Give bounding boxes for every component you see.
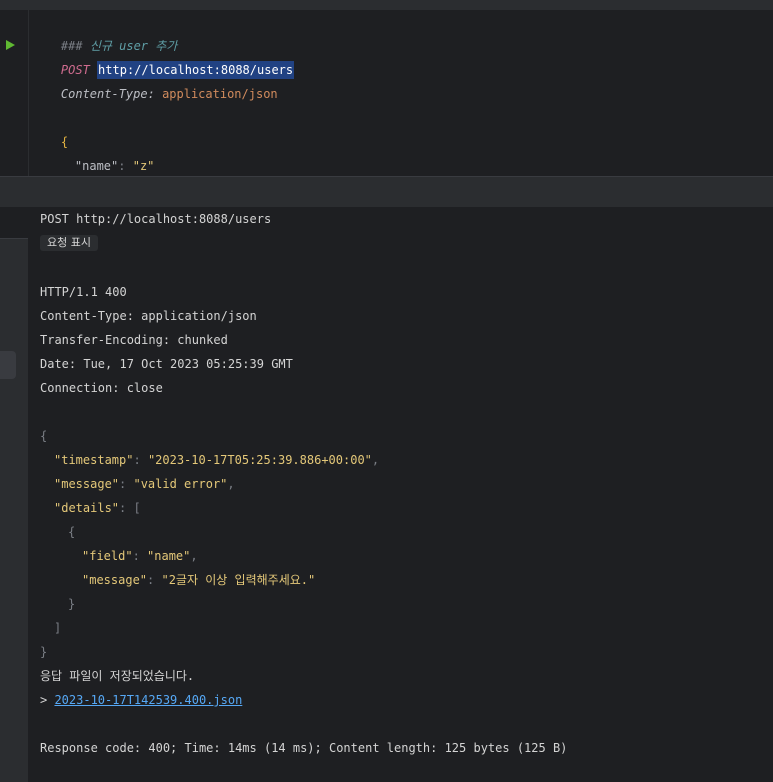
show-request-button[interactable]: 요청 표시: [40, 235, 98, 251]
status-line: HTTP/1.1 400: [40, 285, 127, 299]
request-header-line: Content-Type: application/json: [32, 58, 278, 101]
json-array-close: ]: [54, 621, 62, 635]
sidebar-header: [0, 207, 28, 239]
json-detail-close: }: [68, 597, 76, 611]
body-value: "z": [132, 159, 155, 173]
json-detail-open: {: [68, 525, 76, 539]
response-header-connection: Connection: close: [40, 381, 163, 395]
file-prefix: >: [40, 693, 55, 707]
response-header-content-type: Content-Type: application/json: [40, 309, 257, 323]
json-close-brace: }: [40, 645, 48, 659]
json-timestamp-line: "timestamp": "2023-10-17T05:25:39.886+00…: [54, 453, 380, 467]
response-summary: Response code: 400; Time: 14ms (14 ms); …: [40, 741, 568, 755]
json-value: "name": [147, 549, 191, 563]
json-detail-message-line: "message": "2글자 이상 입력해주세요.": [82, 573, 316, 587]
body-close-brace: }: [32, 154, 68, 197]
pane-divider[interactable]: [0, 176, 773, 208]
json-value: "valid error": [133, 477, 228, 491]
response-request-line: POST http://localhost:8088/users: [40, 212, 272, 226]
response-header-date: Date: Tue, 17 Oct 2023 05:25:39 GMT: [40, 357, 293, 371]
json-message-line: "message": "valid error",: [54, 477, 235, 491]
response-header-transfer-encoding: Transfer-Encoding: chunked: [40, 333, 228, 347]
json-key: "message": [82, 573, 148, 587]
editor-gutter: [0, 10, 29, 176]
body-open-brace: {: [32, 106, 68, 149]
http-request-editor[interactable]: ### 신규 user 추가 POST http://localhost:808…: [0, 10, 773, 197]
header-value: application/json: [162, 87, 278, 101]
response-pane: POST http://localhost:8088/users 요청 표시 H…: [0, 207, 773, 782]
response-saved-message: 응답 파일이 저장되었습니다.: [40, 669, 195, 683]
json-field-line: "field": "name",: [82, 549, 198, 563]
run-request-icon[interactable]: [6, 40, 15, 50]
json-key: "timestamp": [54, 453, 134, 467]
json-key: "message": [54, 477, 120, 491]
response-file-link[interactable]: 2023-10-17T142539.400.json: [54, 693, 242, 707]
body-key: "name": [74, 159, 119, 173]
body-colon: :: [118, 159, 126, 173]
json-value: "2023-10-17T05:25:39.886+00:00": [147, 453, 372, 467]
json-key: "details": [54, 501, 120, 515]
sidebar-tab[interactable]: [0, 351, 16, 379]
json-value: "2글자 이상 입력해주세요.": [161, 573, 316, 587]
request-line: POST http://localhost:8088/users: [32, 34, 295, 79]
response-sidebar: [0, 207, 28, 782]
request-comment-line: ### 신규 user 추가: [32, 10, 177, 53]
json-key: "field": [82, 549, 133, 563]
response-file-line: > 2023-10-17T142539.400.json: [40, 688, 242, 712]
json-open-brace: {: [40, 429, 48, 443]
json-details-line: "details": [: [54, 501, 141, 515]
body-field-line: "name": "z": [46, 130, 155, 173]
header-name: Content-Type:: [60, 87, 155, 101]
